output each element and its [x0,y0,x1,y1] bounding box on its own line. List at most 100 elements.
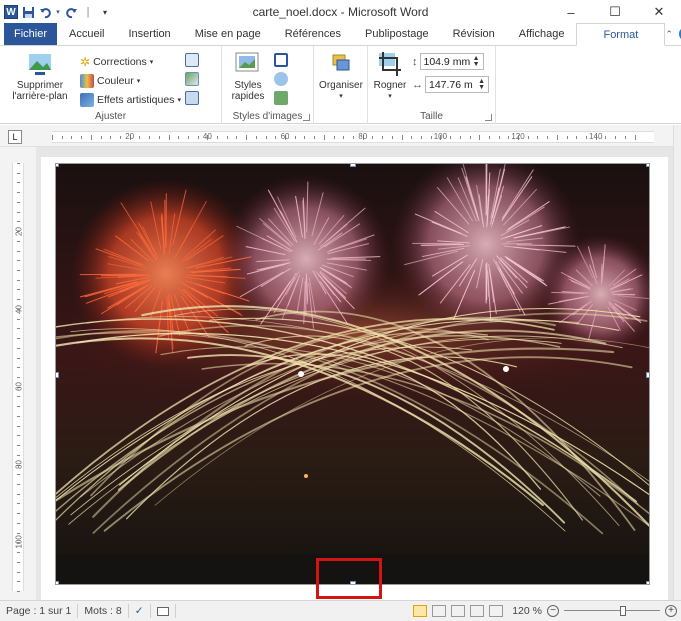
maximize-button[interactable]: ☐ [593,0,637,24]
tab-references[interactable]: Références [273,23,353,45]
ruler-tick [17,532,20,534]
effets-artistiques-button[interactable]: Effets artistiques ▾ [80,90,181,109]
ruler-tick [323,135,325,140]
chevron-down-icon: ▾ [339,93,343,100]
customize-qat-icon[interactable]: ▾ [98,5,112,19]
ruler-tick [17,445,20,447]
ruler-tick [71,136,73,139]
resize-handle-bottom-left[interactable] [56,581,59,584]
zoom-thumb[interactable] [619,606,626,616]
ruler-tick [372,136,374,139]
corrections-button[interactable]: ✲ Corrections ▾ [80,52,181,71]
group-ajuster: Supprimer l'arrière-plan ✲ Corrections ▾… [0,46,222,124]
zoom-in-button[interactable]: + [665,605,677,617]
tab-publipostage[interactable]: Publipostage [353,23,441,45]
collapse-ribbon-icon[interactable]: ⌃ [665,29,673,40]
styles-rapides-button[interactable]: Styles rapides [226,50,270,105]
full-screen-reading-icon[interactable] [432,605,447,617]
ruler-tick [479,135,481,140]
couleur-button[interactable]: Couleur ▾ [80,71,181,90]
tab-revision[interactable]: Révision [441,23,507,45]
macro-record-icon[interactable] [151,604,176,618]
draft-view-icon[interactable] [489,605,504,617]
ruler-tick [17,260,20,262]
resize-handle-top[interactable] [350,164,356,167]
ruler-tick [119,136,121,139]
resize-handle-top-left[interactable] [56,164,59,167]
compress-pictures-icon[interactable] [184,53,199,67]
ruler-tick [17,522,20,524]
rogner-button[interactable]: Rogner ▾ [372,50,408,102]
ruler-tick [17,493,20,495]
height-spin-arrows[interactable]: ▲ ▼ [473,55,480,68]
ruler-tick [17,561,20,563]
width-spin-arrows[interactable]: ▲ ▼ [478,78,485,91]
web-layout-icon[interactable] [451,605,466,617]
fireworks-picture[interactable] [55,163,650,585]
ruler-tick [401,135,403,140]
redo-icon[interactable] [64,5,78,19]
tab-accueil[interactable]: Accueil [57,23,116,45]
fireworks-image [56,164,649,584]
ruler-tick [187,136,189,139]
tab-format[interactable]: Format [576,23,666,46]
qat-separator: | [86,6,90,18]
ruler-tick [537,136,539,139]
styles-launcher-icon[interactable] [303,114,310,121]
proofing-icon[interactable]: ✓ [129,604,151,618]
zoom-slider[interactable] [564,605,660,617]
reset-picture-icon[interactable] [184,91,199,105]
outline-view-icon[interactable] [470,605,485,617]
vertical-scrollbar[interactable] [673,125,681,600]
resize-handle-bottom-right[interactable] [646,581,649,584]
ruler-tick [275,136,277,139]
undo-dropdown-icon[interactable]: ▾ [55,5,61,19]
minimize-button[interactable]: – [549,0,593,24]
change-picture-icon[interactable] [184,72,199,86]
organiser-button[interactable]: Organiser ▾ [318,50,364,102]
page-count[interactable]: Page : 1 sur 1 [0,604,79,618]
ruler-tick [615,136,617,139]
ruler-tick [17,581,20,583]
picture-layout-icon[interactable] [274,91,288,105]
crop-icon [379,52,401,76]
zoom-out-button[interactable]: − [547,605,559,617]
tab-affichage[interactable]: Affichage [507,23,577,45]
picture-effects-icon[interactable] [274,72,288,86]
horizontal-ruler[interactable]: 20 40 60 80 100 120 140 [52,131,654,143]
undo-icon[interactable] [38,5,52,19]
resize-handle-right[interactable] [646,372,649,378]
picture-border-icon[interactable] [274,53,288,67]
taille-launcher-icon[interactable] [485,114,492,121]
ruler-tick [17,406,20,408]
ruler-tick [17,367,20,369]
ruler-tick [566,136,568,139]
ruler-tick [81,136,83,139]
save-icon[interactable] [21,5,35,19]
ruler-tick [353,136,354,139]
height-input[interactable]: 104.9 mm ▲ ▼ [419,53,484,70]
resize-handle-top-right[interactable] [646,164,649,167]
ruler-tick [17,201,20,203]
close-button[interactable]: ✕ [637,0,681,24]
remove-background-button[interactable]: Supprimer l'arrière-plan [4,50,76,109]
zoom-level[interactable]: 120 % [512,605,542,617]
ruler-tick [586,136,588,139]
tab-fichier[interactable]: Fichier [4,23,58,45]
print-layout-view-icon[interactable] [413,605,428,617]
ruler-tick [168,135,170,140]
ruler-tick [469,136,471,139]
ruler-tick [17,221,20,223]
ruler-tick [90,135,92,140]
tab-mise-en-page[interactable]: Mise en page [183,23,273,45]
tab-insertion[interactable]: Insertion [116,23,182,45]
resize-handle-left[interactable] [56,372,59,378]
ruler-tick [498,136,500,139]
width-input[interactable]: 147.76 m ▲ ▼ [425,76,489,93]
ruler-tick [17,270,20,271]
word-logo-icon[interactable]: W [4,5,18,19]
vertical-ruler[interactable]: 20 40 60 80 100 [12,163,24,592]
tab-selector-button[interactable]: L [8,130,22,144]
word-count[interactable]: Mots : 8 [78,604,129,618]
corrections-label: Corrections [93,55,147,68]
